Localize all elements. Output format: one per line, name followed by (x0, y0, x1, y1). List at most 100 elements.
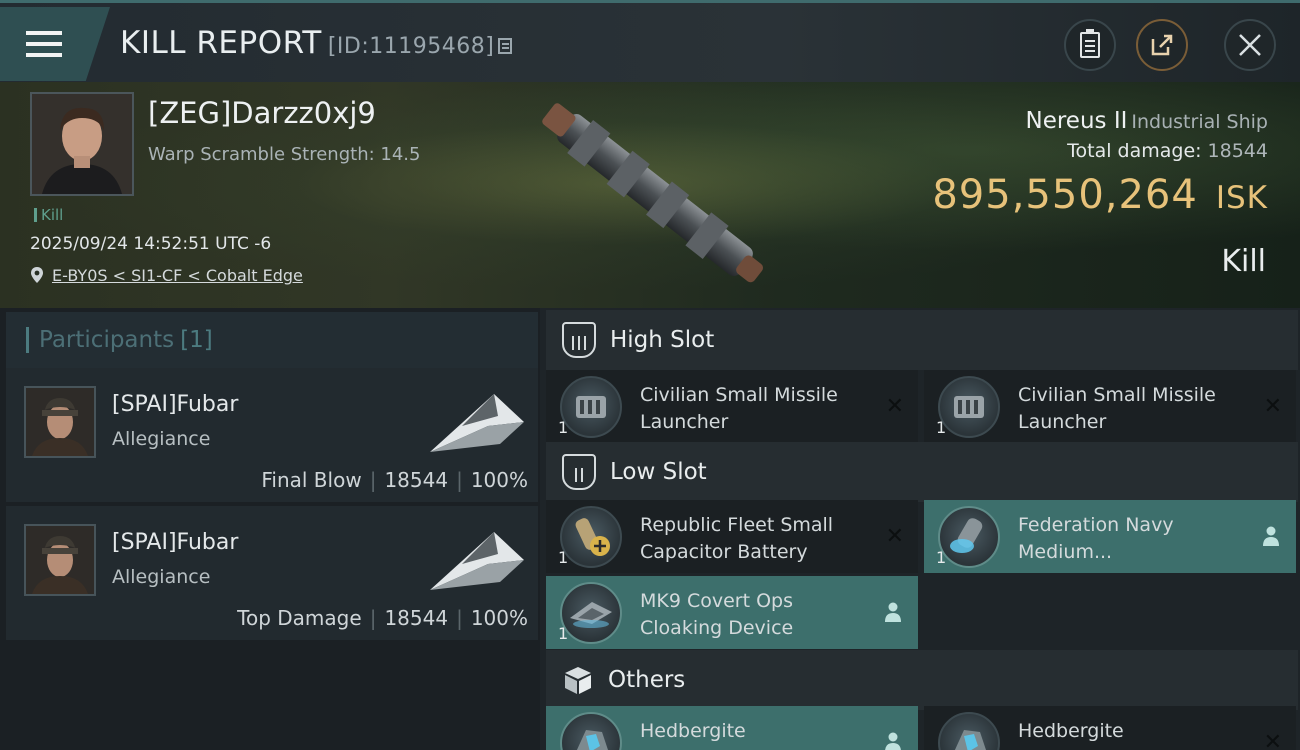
victim-banner: [ZEG]Darzz0xj9 Warp Scramble Strength: 1… (0, 82, 1300, 308)
low-slot-header: Low Slot (546, 442, 1298, 502)
participant-row[interactable]: [SPAI]Fubar Allegiance Final Blow | 18544 |… (6, 368, 538, 502)
module-other-1[interactable]: Hedbergite (546, 706, 918, 750)
module-name: Hedbergite (1018, 720, 1124, 742)
kill-tag-label: Kill (41, 206, 64, 224)
share-button[interactable] (1136, 19, 1188, 71)
participant-stats: Final Blow | 18544 | 100% (261, 468, 528, 492)
module-low-3[interactable]: 1 MK9 Covert Ops Cloaking Device (546, 576, 918, 649)
participant-name: [SPAI]Fubar (112, 530, 239, 555)
participants-label: Participants (39, 327, 175, 353)
high-slot-icon (562, 322, 596, 358)
ship-name-text: Nereus II (1025, 108, 1128, 134)
participants-panel: Participants [1] [SPAI]Fubar Allegiance F… (0, 308, 540, 750)
location-link[interactable]: E-BY0S < SI1-CF < Cobalt Edge (52, 266, 303, 285)
module-low-1[interactable]: 1 Republic Fleet Small Capacitor Battery… (546, 500, 918, 573)
missile-launcher-icon (560, 376, 622, 438)
header-bar: KILL REPORT [ID:11195468] (0, 0, 1300, 82)
isk-amount: 895,550,264 (932, 172, 1198, 218)
pilot-portrait-image (32, 94, 132, 194)
kill-tag: Kill (34, 206, 63, 224)
isk-unit: ISK (1215, 180, 1268, 216)
dropped-person-icon (885, 732, 901, 750)
participant-row[interactable]: [SPAI]Fubar Allegiance Top Damage | 18544 |… (6, 506, 538, 640)
others-label: Others (608, 667, 686, 693)
warp-scramble-strength: Warp Scramble Strength: 14.5 (148, 144, 421, 165)
ship-class: Industrial Ship (1131, 111, 1268, 133)
copy-icon[interactable] (498, 38, 513, 54)
menu-button[interactable] (0, 7, 110, 81)
low-slot-icon (562, 454, 596, 490)
share-icon (1151, 34, 1173, 56)
victim-portrait[interactable] (30, 92, 134, 196)
total-damage: Total damage: 18544 (1067, 140, 1268, 162)
destroyed-icon: ✕ (885, 394, 904, 419)
victim-ship-image (542, 103, 763, 283)
fitting-panel: High Slot 1 Civilian Small Missile Launc… (540, 308, 1300, 750)
participant-percent: 100% (470, 606, 528, 630)
page-title: KILL REPORT [ID:11195468] (120, 25, 513, 61)
module-qty: 1 (936, 548, 947, 567)
clipboard-icon (1080, 29, 1100, 58)
participant-stats: Top Damage | 18544 | 100% (237, 606, 528, 630)
destroyed-icon: ✕ (885, 524, 904, 549)
others-clip: Hedbergite Hedbergite ✕ (540, 706, 1300, 750)
close-icon (1239, 34, 1261, 56)
dropped-person-icon (1263, 526, 1279, 546)
participant-role: Final Blow (261, 468, 362, 492)
others-header: Others (546, 650, 1298, 710)
module-name: Hedbergite (640, 720, 746, 742)
module-high-1[interactable]: 1 Civilian Small Missile Launcher ✕ (546, 370, 918, 443)
total-damage-value: 18544 (1207, 140, 1268, 162)
participant-corp: Allegiance (112, 566, 211, 588)
close-button[interactable] (1224, 19, 1276, 71)
module-qty: 1 (936, 418, 947, 437)
total-damage-label: Total damage: (1067, 140, 1202, 162)
report-id: [ID:11195468] (327, 34, 495, 59)
clipboard-button[interactable] (1064, 19, 1116, 71)
location-pin-icon (31, 267, 43, 283)
module-name: Civilian Small Missile Launcher (1018, 384, 1216, 433)
destroyed-icon: ✕ (1263, 394, 1282, 419)
participant-ship-icon (430, 532, 524, 590)
participants-header[interactable]: Participants [1] (6, 312, 538, 368)
module-qty: 1 (558, 548, 569, 567)
missile-launcher-icon (938, 376, 1000, 438)
victim-ship-name[interactable]: Nereus II Industrial Ship (1026, 108, 1269, 134)
participants-count: [1] (180, 327, 213, 353)
federation-navy-module-icon (938, 506, 1000, 568)
module-low-2[interactable]: 1 Federation Navy Medium... (924, 500, 1296, 573)
participant-role: Top Damage (237, 606, 362, 630)
module-name: Federation Navy Medium... (1018, 514, 1174, 563)
kill-datetime: 2025/09/24 14:52:51 UTC -6 (30, 234, 272, 254)
kill-result: Kill (1221, 244, 1266, 279)
cloaking-device-icon (560, 582, 622, 644)
participant-avatar (24, 524, 96, 596)
ore-icon (938, 712, 1000, 750)
low-slot-label: Low Slot (610, 459, 707, 485)
participant-percent: 100% (470, 468, 528, 492)
dropped-person-icon (885, 602, 901, 622)
isk-value: 895,550,264 ISK (932, 172, 1268, 218)
title-text: KILL REPORT (120, 25, 322, 61)
module-name: Republic Fleet Small Capacitor Battery (640, 514, 834, 563)
module-high-2[interactable]: 1 Civilian Small Missile Launcher ✕ (924, 370, 1296, 443)
hamburger-icon (26, 31, 62, 57)
participant-damage: 18544 (384, 606, 449, 630)
kill-location[interactable]: E-BY0S < SI1-CF < Cobalt Edge (30, 266, 303, 285)
capacitor-battery-icon (560, 506, 622, 568)
module-qty: 1 (558, 624, 569, 643)
participant-avatar (24, 386, 96, 458)
module-qty: 1 (558, 418, 569, 437)
victim-pilot-name[interactable]: [ZEG]Darzz0xj9 (148, 96, 376, 130)
cargo-box-icon (565, 667, 591, 694)
high-slot-header: High Slot (546, 310, 1298, 370)
module-other-2[interactable]: Hedbergite ✕ (924, 706, 1296, 750)
module-name: Civilian Small Missile Launcher (640, 384, 838, 433)
module-name: MK9 Covert Ops Cloaking Device (640, 590, 794, 639)
participant-name: [SPAI]Fubar (112, 392, 239, 417)
ore-icon (560, 712, 622, 750)
participant-corp: Allegiance (112, 428, 211, 450)
participant-damage: 18544 (384, 468, 449, 492)
participant-ship-icon (430, 394, 524, 452)
high-slot-label: High Slot (610, 327, 715, 353)
